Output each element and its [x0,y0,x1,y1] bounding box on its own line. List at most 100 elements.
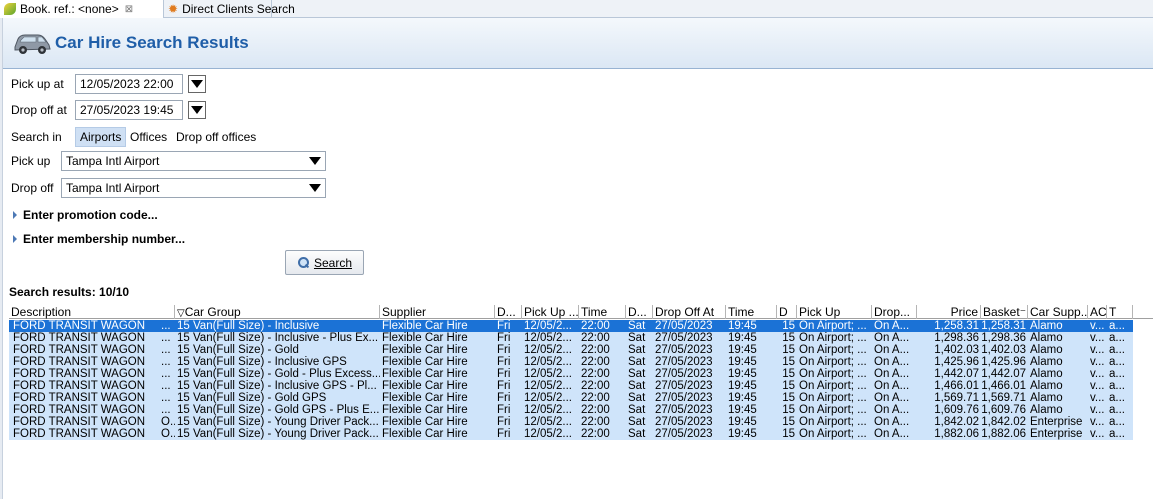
column-header[interactable]: Time [579,305,626,319]
cell-dropoff-location: On A... [874,356,910,368]
search-in-drop-off-offices[interactable]: Drop off offices [172,127,260,147]
cell-dropoff-date: 27/05/2023 [655,320,713,332]
cell-pickup-time: 22:00 [581,428,610,440]
cell-car-group: 15 Van(Full Size) - Gold GPS - Plus E... [177,404,380,416]
column-header[interactable]: T [1107,305,1133,319]
cell-dropoff-date: 27/05/2023 [655,416,713,428]
pickup-at-dropdown-button[interactable] [188,75,206,93]
cell-pickup-date: 12/05/2... [524,416,572,428]
search-button[interactable]: Search [285,250,364,275]
column-header[interactable]: Supplier [380,305,495,319]
cell-car-group: 15 Van(Full Size) - Young Driver Pack... [177,428,379,440]
dropoff-location-select[interactable]: Tampa Intl Airport [61,178,326,198]
close-icon[interactable]: ⊠ [125,4,133,15]
column-header-label: Time [728,305,755,319]
column-header[interactable]: Price [917,305,981,319]
column-header[interactable]: Basket⁻ [981,305,1028,319]
column-header[interactable]: Time [726,305,777,319]
cell-basket: 1,442.07 [981,368,1026,380]
column-header[interactable]: Car Supp... [1028,305,1088,319]
cell-pickup-location: On Airport; ... [799,404,867,416]
search-in-airports[interactable]: Airports [75,127,127,147]
cell-dropoff-day: Sat [628,332,646,344]
cell-car-supplier: Alamo [1030,320,1063,332]
cell-days: 15 [782,344,795,356]
pickup-location-dropdown-button[interactable] [306,152,324,170]
cell-supplier: Flexible Car Hire [382,416,468,428]
column-header-label: D... [497,305,516,319]
page-header: Car Hire Search Results [3,18,1153,69]
filter-icon[interactable]: ▽ [177,308,185,319]
cell-car-group: 15 Van(Full Size) - Gold [177,344,299,356]
table-row[interactable]: FORD TRANSIT WAGON O...15 Van(Full Size) … [9,416,1133,428]
table-row[interactable]: FORD TRANSIT WAGON... 15 Van(Full Size) -… [9,344,1133,356]
cell-description: FORD TRANSIT WAGON [13,344,146,356]
table-row[interactable]: FORD TRANSIT WAGON... 15 Van(Full Size) -… [9,332,1133,344]
table-row[interactable]: FORD TRANSIT WAGON... 15 Van(Full Size) -… [9,380,1133,392]
table-row[interactable]: FORD TRANSIT WAGON... 15 Van(Full Size) -… [9,320,1133,332]
column-header[interactable]: D... [626,305,653,319]
cell-dropoff-time: 19:45 [728,416,757,428]
table-row[interactable]: FORD TRANSIT WAGON... 15 Van(Full Size) -… [9,368,1133,380]
table-row[interactable]: FORD TRANSIT WAGON... 15 Van(Full Size) -… [9,404,1133,416]
column-header[interactable]: ▽Car Group [175,305,380,319]
table-row[interactable]: FORD TRANSIT WAGON... 15 Van(Full Size) -… [9,392,1133,404]
dropoff-location-dropdown-button[interactable] [306,179,324,197]
results-table: Description ▽Car Group Supplier D... Pick Up… [9,305,1153,499]
search-in-offices[interactable]: Offices [126,127,171,147]
cell-description: FORD TRANSIT WAGON [13,416,146,428]
pickup-location-select[interactable]: Tampa Intl Airport [61,151,326,171]
cell-description-flag: O... [161,428,175,440]
cell-car-supplier: Alamo [1030,392,1063,404]
cell-car-supplier: Alamo [1030,404,1063,416]
cell-ac: v... [1090,428,1105,440]
dropoff-at-dropdown-button[interactable] [188,101,206,119]
cell-pickup-day: Fri [497,404,511,416]
cell-price: 1,425.96 [934,356,979,368]
table-row[interactable]: FORD TRANSIT WAGON O...15 Van(Full Size) … [9,428,1133,440]
tab-booking-ref[interactable]: Book. ref.: <none> ⊠ [0,0,164,18]
cell-pickup-location: On Airport; ... [799,356,867,368]
cell-pickup-date: 12/05/2... [524,392,572,404]
cell-dropoff-day: Sat [628,320,646,332]
column-header[interactable]: Description [9,305,175,319]
pickup-location-label: Pick up [11,154,51,168]
dropoff-at-field[interactable]: 27/05/2023 19:45 [75,100,183,120]
column-header[interactable]: Pick Up ... [522,305,579,319]
cell-price: 1,402.03 [934,344,979,356]
cell-dropoff-location: On A... [874,380,910,392]
column-header-label: D... [628,305,647,319]
cell-pickup-date: 12/05/2... [524,380,572,392]
promotion-code-expander[interactable]: Enter promotion code... [13,208,158,222]
cell-dropoff-date: 27/05/2023 [655,344,713,356]
column-header-label: Car Group [184,305,241,319]
column-header[interactable]: Pick Up [797,305,872,319]
cell-ac: v... [1090,368,1105,380]
cell-description: FORD TRANSIT WAGON [13,380,146,392]
table-row[interactable]: FORD TRANSIT WAGON... 15 Van(Full Size) -… [9,356,1133,368]
column-header[interactable]: Drop... [872,305,917,319]
cell-price: 1,258.31 [934,320,979,332]
tab-direct-clients-search[interactable]: ✹ Direct Clients Search [164,0,295,18]
cell-basket: 1,842.02 [981,416,1026,428]
dropoff-location-label: Drop off [11,181,54,195]
pickup-at-label: Pick up at [11,77,64,91]
cell-description: FORD TRANSIT WAGON [13,332,146,344]
membership-number-expander[interactable]: Enter membership number... [13,232,185,246]
cell-price: 1,842.02 [934,416,979,428]
column-header[interactable]: D... [495,305,522,319]
cell-dropoff-time: 19:45 [728,380,757,392]
column-header[interactable]: Drop Off At [653,305,726,319]
left-edge-strip [0,18,3,499]
cell-t: a... [1109,320,1125,332]
cell-t: a... [1109,428,1125,440]
pickup-at-field[interactable]: 12/05/2023 22:00 [75,74,183,94]
column-header[interactable]: D [777,305,797,319]
cell-pickup-date: 12/05/2... [524,344,572,356]
column-header[interactable]: AC [1088,305,1107,319]
cell-pickup-date: 12/05/2... [524,356,572,368]
cell-description: FORD TRANSIT WAGON [13,404,146,416]
cell-pickup-time: 22:00 [581,356,610,368]
cell-dropoff-location: On A... [874,392,910,404]
cell-price: 1,442.07 [934,368,979,380]
